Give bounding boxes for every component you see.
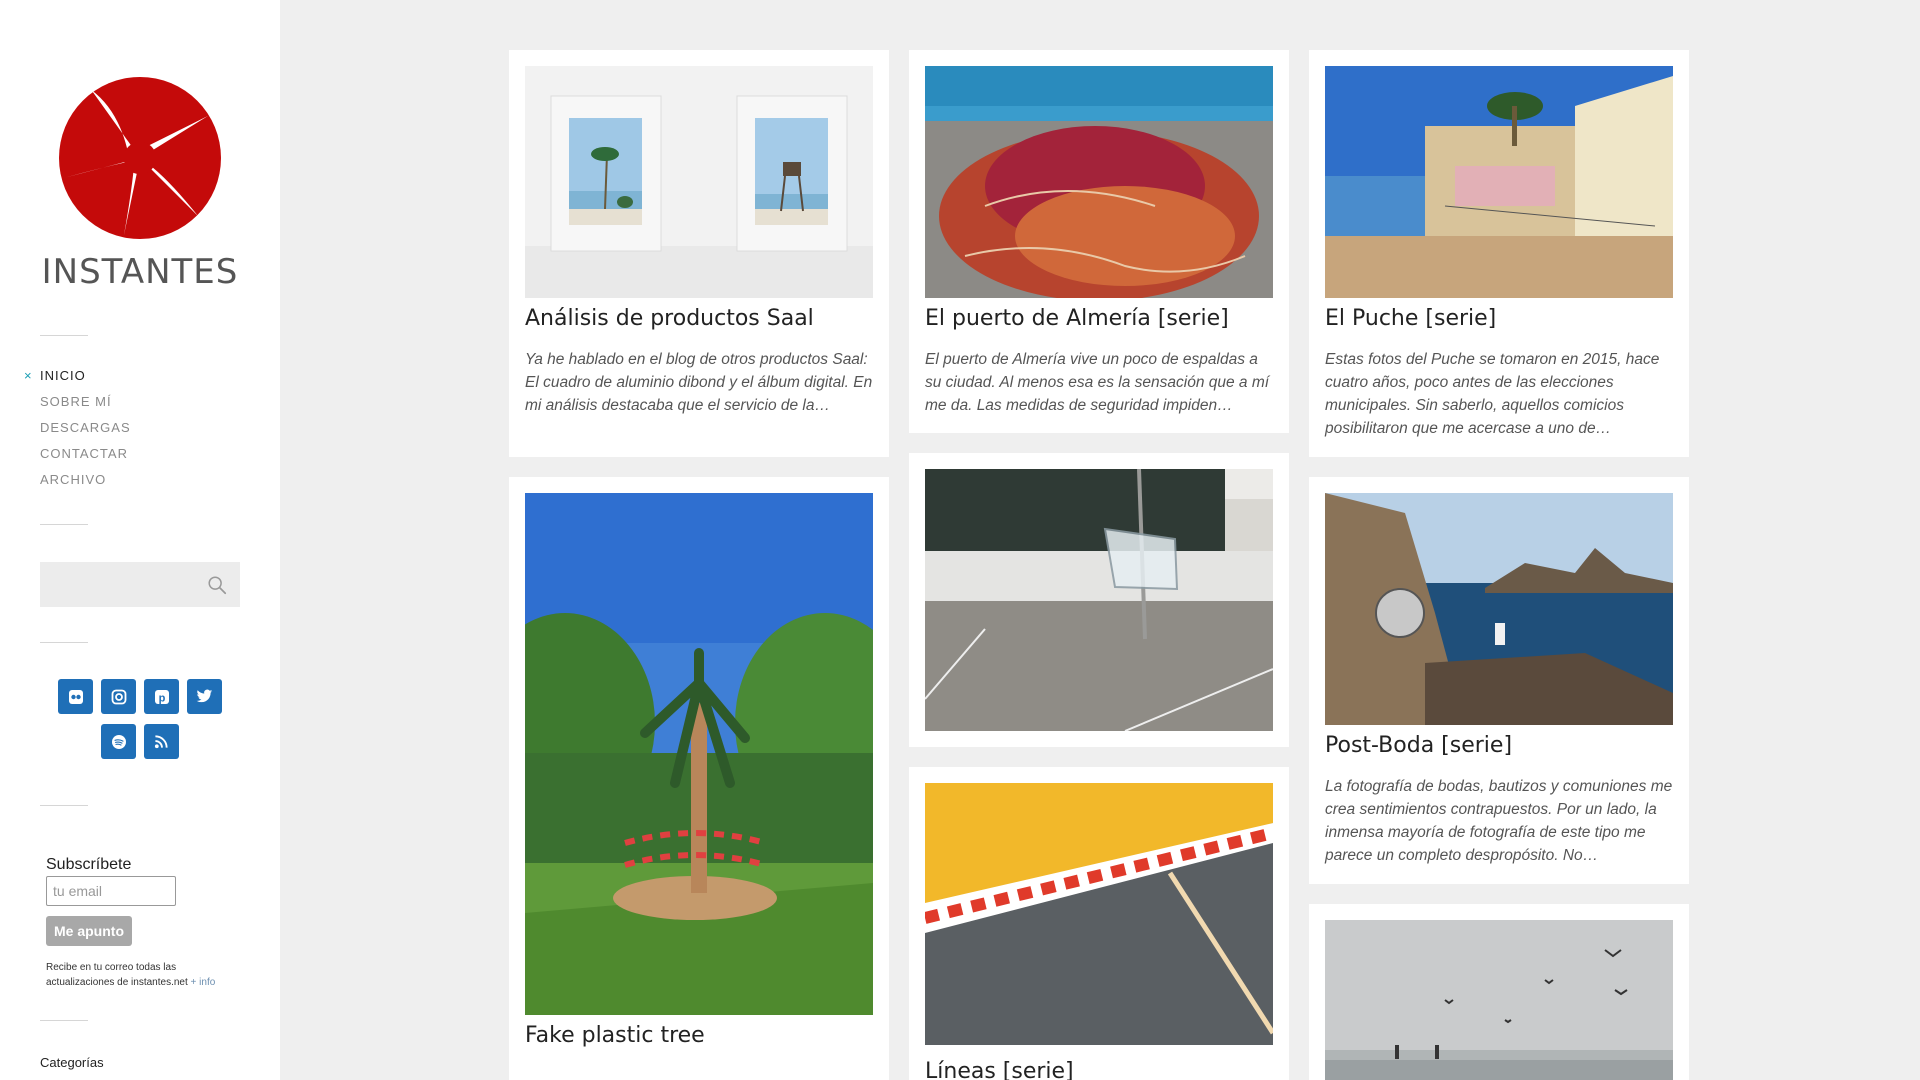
spotify-icon[interactable]	[101, 724, 136, 759]
site-title[interactable]: INSTANTES	[0, 252, 280, 292]
email-field[interactable]	[46, 876, 176, 906]
post-thumbnail[interactable]	[525, 493, 873, 1015]
post-excerpt: La fotografía de bodas, bautizos y comun…	[1325, 778, 1673, 864]
nav-item-label: SOBRE MÍ	[40, 394, 112, 409]
active-marker: ×	[24, 368, 33, 383]
post-card: Líneas [serie]	[909, 767, 1289, 1080]
nav-item-label: INICIO	[40, 368, 86, 383]
nav-item-label: DESCARGAS	[40, 420, 131, 435]
nav-item-label: CONTACTAR	[40, 446, 128, 461]
post-thumbnail[interactable]	[925, 66, 1273, 298]
search-input[interactable]	[40, 562, 200, 607]
main-nav: × INICIO SOBRE MÍ DESCARGAS CONTACTAR AR…	[24, 368, 131, 498]
post-title[interactable]: El puerto de Almería [serie]	[925, 306, 1273, 331]
search-icon[interactable]	[206, 574, 228, 596]
post-card: El puerto de Almería [serie] El puerto d…	[909, 50, 1289, 433]
post-thumbnail[interactable]	[925, 469, 1273, 731]
social-links-row-2	[0, 724, 280, 759]
rss-icon[interactable]	[144, 724, 179, 759]
post-thumbnail[interactable]	[1325, 920, 1673, 1080]
search-box	[40, 562, 240, 607]
post-card: Post-Boda [serie] La fotografía de bodas…	[1309, 477, 1689, 884]
pinterest-icon[interactable]: p	[144, 679, 179, 714]
post-card: El Puche [serie] Estas fotos del Puche s…	[1309, 50, 1689, 457]
post-thumbnail[interactable]	[925, 783, 1273, 1045]
post-card	[909, 453, 1289, 747]
subscribe-button[interactable]: Me apunto	[46, 916, 132, 946]
divider	[40, 1020, 88, 1021]
post-excerpt: Estas fotos del Puche se tomaron en 2015…	[1325, 351, 1660, 437]
social-links-row-1: p	[0, 679, 280, 714]
site-logo[interactable]	[59, 77, 221, 239]
post-title[interactable]: El Puche [serie]	[1325, 306, 1673, 331]
post-thumbnail[interactable]	[1325, 493, 1673, 725]
categories-heading: Categorías	[40, 1055, 104, 1070]
post-title[interactable]: Fake plastic tree	[525, 1023, 873, 1048]
nav-item-archivo[interactable]: ARCHIVO	[40, 472, 131, 498]
svg-text:p: p	[158, 692, 165, 704]
post-title[interactable]: Post-Boda [serie]	[1325, 733, 1673, 758]
nav-item-sobre-mi[interactable]: SOBRE MÍ	[40, 394, 131, 420]
post-card: Fake plastic tree	[509, 477, 889, 1080]
nav-item-inicio[interactable]: × INICIO	[24, 368, 131, 394]
flickr-icon[interactable]	[58, 679, 93, 714]
post-title[interactable]: Líneas [serie]	[925, 1059, 1273, 1080]
post-excerpt: Ya he hablado en el blog de otros produc…	[525, 351, 873, 414]
subscribe-label: Subscríbete	[46, 856, 132, 873]
post-excerpt: El puerto de Almería vive un poco de esp…	[925, 351, 1270, 414]
post-title[interactable]: Análisis de productos Saal	[525, 306, 873, 331]
divider	[40, 642, 88, 643]
more-info-link[interactable]: + info	[191, 977, 216, 988]
nav-item-descargas[interactable]: DESCARGAS	[40, 420, 131, 446]
sidebar: INSTANTES × INICIO SOBRE MÍ DESCARGAS CO…	[0, 0, 280, 1080]
subscribe-form: Subscríbete Me apunto Recibe en tu corre…	[46, 856, 246, 990]
nav-item-contactar[interactable]: CONTACTAR	[40, 446, 131, 472]
post-thumbnail[interactable]	[1325, 66, 1673, 298]
post-card: Análisis de productos Saal Ya he hablado…	[509, 50, 889, 457]
post-card	[1309, 904, 1689, 1080]
post-thumbnail[interactable]	[525, 66, 873, 298]
divider	[40, 335, 88, 336]
divider	[40, 805, 88, 806]
subscribe-note-text: Recibe en tu correo todas las actualizac…	[46, 962, 188, 988]
twitter-icon[interactable]	[187, 679, 222, 714]
divider	[40, 524, 88, 525]
subscribe-note: Recibe en tu correo todas las actualizac…	[46, 960, 236, 990]
instagram-icon[interactable]	[101, 679, 136, 714]
nav-item-label: ARCHIVO	[40, 472, 107, 487]
